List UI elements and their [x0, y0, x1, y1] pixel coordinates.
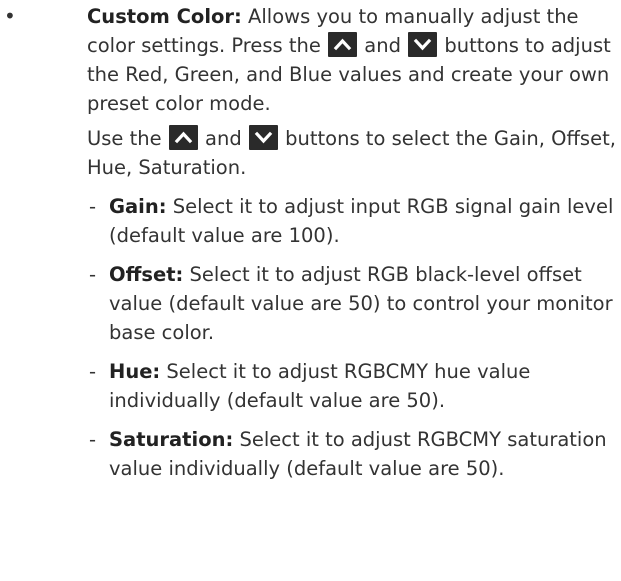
select-text-2: and: [198, 127, 248, 150]
selection-instructions: Use the and buttons to select the Gain, …: [87, 124, 617, 182]
down-arrow-icon: [408, 32, 438, 57]
gain-description: Select it to adjust input RGB signal gai…: [109, 195, 614, 247]
down-arrow-icon: [248, 125, 278, 150]
offset-description: Select it to adjust RGB black-level offs…: [109, 263, 613, 344]
list-item-gain: - Gain: Select it to adjust input RGB sig…: [87, 192, 617, 250]
up-arrow-icon: [168, 125, 198, 150]
up-arrow-icon: [328, 32, 358, 57]
dash-marker: -: [89, 195, 97, 218]
dash-marker: -: [89, 428, 97, 451]
list-item-hue: - Hue: Select it to adjust RGBCMY hue val…: [87, 357, 617, 415]
hue-description: Select it to adjust RGBCMY hue value ind…: [109, 360, 531, 412]
dash-marker: -: [89, 263, 97, 286]
offset-label: Offset:: [109, 263, 184, 286]
custom-color-description: Custom Color: Allows you to manually adj…: [87, 2, 617, 118]
color-adjustment-list: - Gain: Select it to adjust input RGB sig…: [87, 192, 617, 483]
hue-label: Hue:: [109, 360, 161, 383]
manual-page: • Custom Color: Allows you to manually a…: [0, 0, 621, 581]
custom-color-section: Custom Color: Allows you to manually adj…: [87, 2, 617, 483]
list-item-offset: - Offset: Select it to adjust RGB black-l…: [87, 260, 617, 347]
saturation-label: Saturation:: [109, 428, 234, 451]
bullet-marker: •: [4, 4, 16, 28]
dash-marker: -: [89, 360, 97, 383]
select-text-1: Use the: [87, 127, 168, 150]
gain-label: Gain:: [109, 195, 167, 218]
list-item-saturation: - Saturation: Select it to adjust RGBCMY …: [87, 425, 617, 483]
custom-color-title: Custom Color:: [87, 5, 242, 28]
intro-text-2: and: [358, 34, 408, 57]
